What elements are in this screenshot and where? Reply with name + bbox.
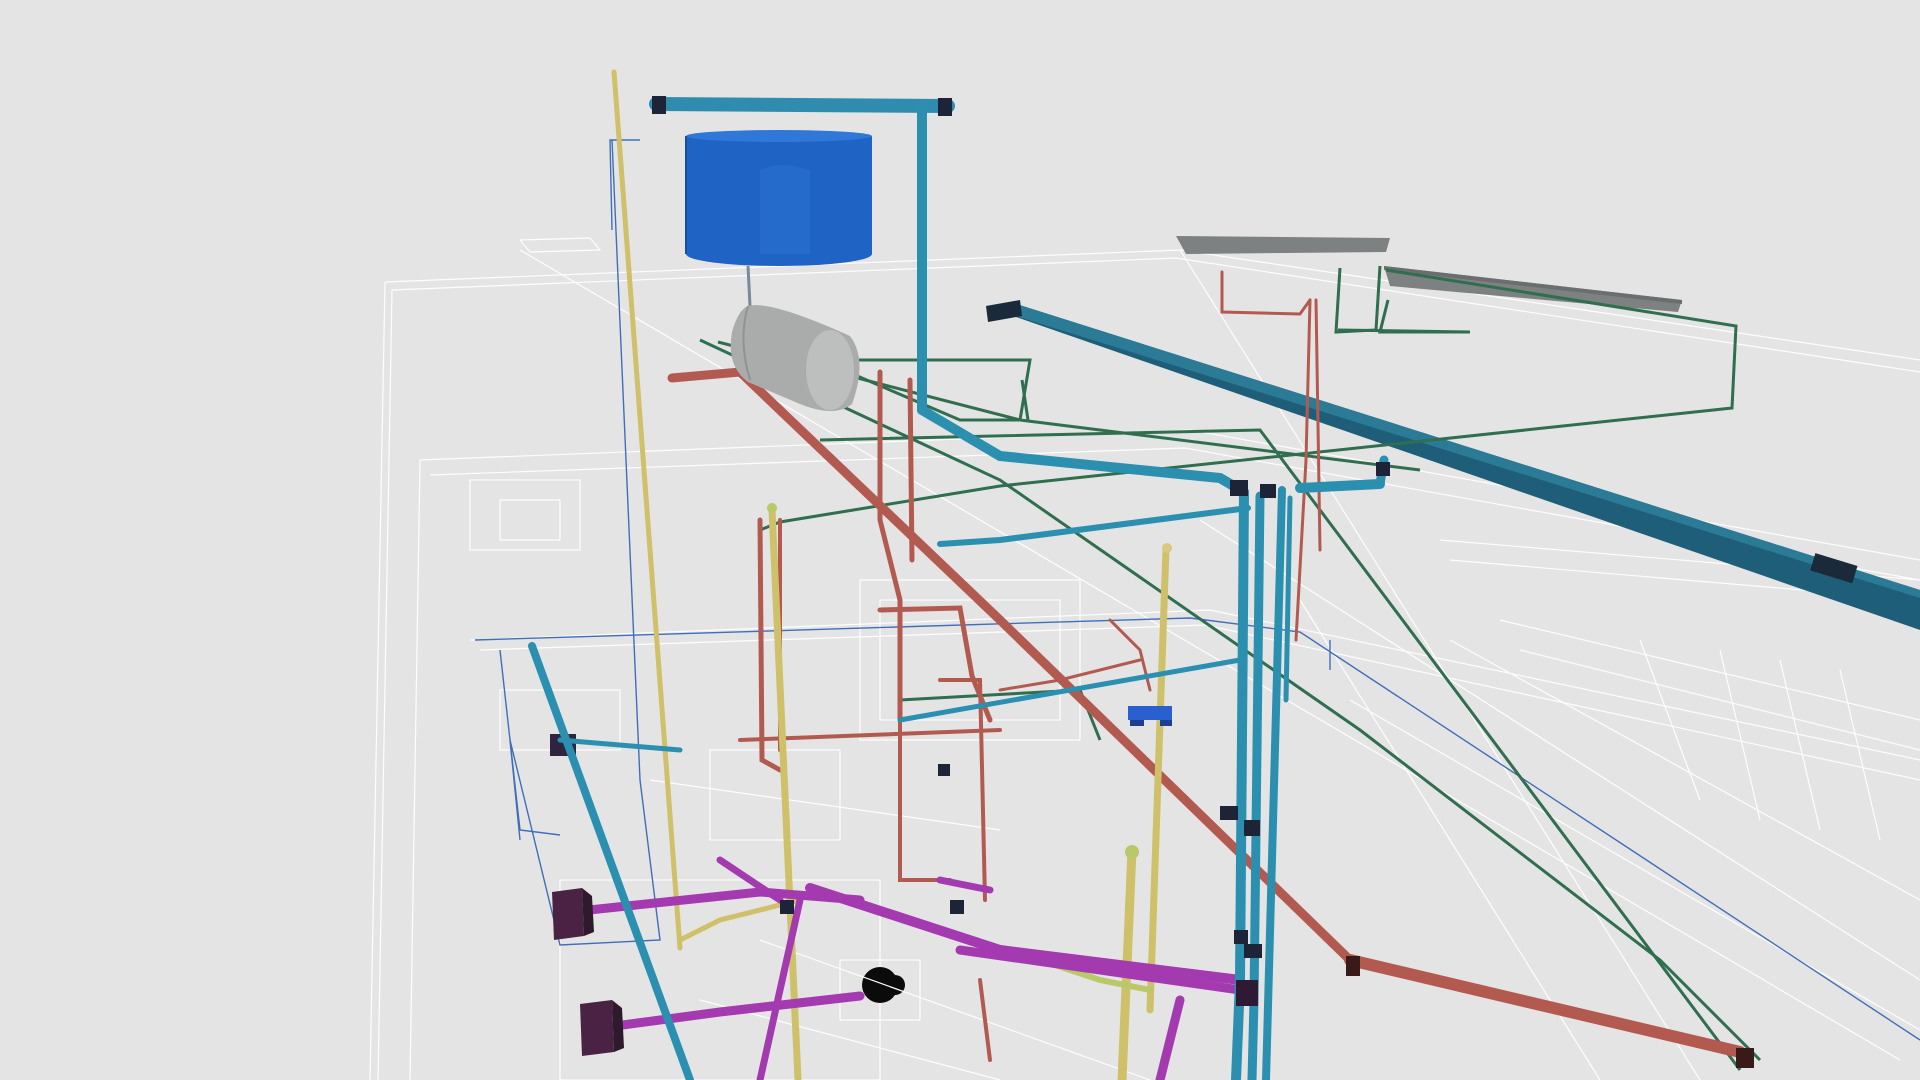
floor-drain-2 — [580, 1000, 614, 1056]
header-pipe — [649, 97, 955, 113]
mep-plumbing-model — [0, 0, 1920, 1080]
solar-panel-1 — [1176, 236, 1390, 254]
3d-model-viewport[interactable] — [0, 0, 1920, 1080]
floor-drain-1 — [552, 888, 584, 940]
